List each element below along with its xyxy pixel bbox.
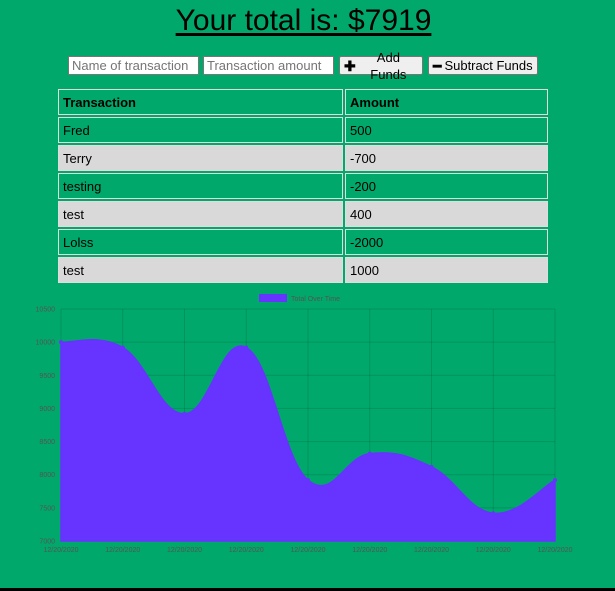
transactions-table: Transaction Amount Fred 500 Terry -700 t…: [57, 88, 550, 285]
transaction-name-cell: Terry: [58, 145, 343, 171]
data-point: [367, 451, 372, 456]
transaction-name-cell: Fred: [58, 117, 343, 143]
transaction-name-input[interactable]: [68, 56, 199, 75]
column-header-amount: Amount: [345, 89, 548, 115]
x-tick-label: 12/20/2020: [352, 547, 387, 554]
x-tick-label: 12/20/2020: [290, 547, 325, 554]
data-point: [553, 478, 557, 483]
transaction-name-cell: test: [58, 257, 343, 283]
total-over-time-chart[interactable]: 7000 7500 8000 8500 9000 9500 10000 10500 12/20/…: [0, 288, 615, 560]
transaction-amount-cell: 400: [345, 201, 548, 227]
legend-label: Total Over Time: [291, 296, 340, 303]
table-row: Lolss -2000: [58, 229, 548, 255]
x-tick-label: 12/20/2020: [414, 547, 449, 554]
table-row: testing -200: [58, 173, 548, 199]
data-point: [59, 340, 63, 345]
legend-swatch: [259, 294, 287, 302]
data-point: [244, 345, 249, 350]
table-row: Fred 500: [58, 117, 548, 143]
y-tick-label: 9000: [39, 406, 55, 413]
transaction-amount-cell: 500: [345, 117, 548, 143]
y-tick-label: 7000: [39, 539, 55, 546]
y-tick-label: 10500: [36, 307, 56, 314]
transaction-name-cell: test: [58, 201, 343, 227]
y-tick-label: 10000: [36, 340, 56, 347]
table-header-row: Transaction Amount: [58, 89, 548, 115]
table-row: test 1000: [58, 257, 548, 283]
y-tick-label: 7500: [39, 505, 55, 512]
add-funds-label: Add Funds: [370, 49, 407, 82]
data-point: [120, 345, 125, 350]
transaction-amount-cell: -2000: [345, 229, 548, 255]
plus-icon: ✚: [344, 57, 356, 74]
y-tick-label: 8500: [39, 439, 55, 446]
x-tick-label: 12/20/2020: [229, 547, 264, 554]
subtract-funds-button[interactable]: ━ Subtract Funds: [428, 56, 538, 75]
data-point: [182, 411, 187, 416]
transaction-amount-cell: -200: [345, 173, 548, 199]
table-row: Terry -700: [58, 145, 548, 171]
total-heading: Your total is: $7919: [175, 4, 432, 37]
transaction-amount-cell: -700: [345, 145, 548, 171]
table-row: test 400: [58, 201, 548, 227]
x-tick-label: 12/20/2020: [476, 547, 511, 554]
transactions-table-container[interactable]: Transaction Amount Fred 500 Terry -700 t…: [57, 88, 551, 287]
page: Your total is: $7919 ✚ Add Funds ━ Subtr…: [0, 0, 615, 588]
transaction-amount-input[interactable]: [203, 56, 334, 75]
y-tick-label: 8000: [39, 472, 55, 479]
column-header-transaction: Transaction: [58, 89, 343, 115]
minus-icon: ━: [433, 57, 442, 74]
x-tick-label: 12/20/2020: [43, 547, 78, 554]
data-point: [429, 464, 434, 469]
transaction-form: ✚ Add Funds ━ Subtract Funds: [68, 50, 548, 82]
subtract-funds-label: Subtract Funds: [444, 58, 533, 73]
y-tick-label: 9500: [39, 373, 55, 380]
transaction-amount-cell: 1000: [345, 257, 548, 283]
data-point: [306, 478, 310, 483]
x-tick-label: 12/20/2020: [105, 547, 140, 554]
transaction-name-cell: Lolss: [58, 229, 343, 255]
x-tick-label: 12/20/2020: [537, 547, 572, 554]
data-point: [491, 511, 496, 516]
transaction-name-cell: testing: [58, 173, 343, 199]
add-funds-button[interactable]: ✚ Add Funds: [339, 50, 423, 82]
x-tick-label: 12/20/2020: [167, 547, 202, 554]
